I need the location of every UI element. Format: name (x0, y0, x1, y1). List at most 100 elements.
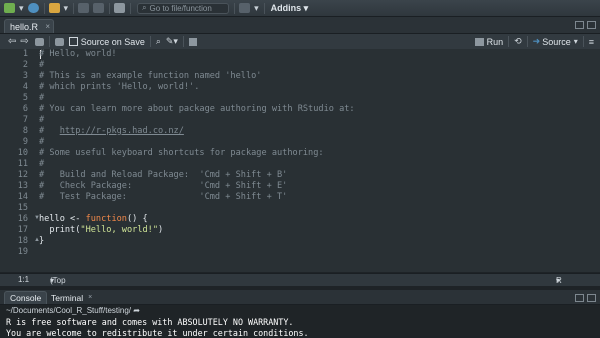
function-args: () { (126, 214, 148, 224)
run-button[interactable]: Run (474, 36, 504, 47)
toolbar-separator (263, 2, 265, 14)
goto-file-function-input[interactable]: ⌕ Go to file/function (137, 2, 230, 14)
line-number: 3 (22, 71, 28, 81)
toolbar-separator (526, 36, 528, 47)
toolbar-separator (43, 2, 45, 14)
code-line-url[interactable]: # http://r-pkgs.had.co.nz/ (39, 126, 184, 136)
source-button[interactable]: ➜ Source ▾ (533, 36, 578, 47)
new-file-icon[interactable] (4, 3, 15, 13)
toolbar-separator (130, 2, 132, 14)
line-number: 19 (17, 247, 28, 257)
save-current-icon[interactable] (54, 37, 64, 46)
editor-toolbar: ⇦ ⇨ Source on Save ⌕ ✎▾ Run ⟲ ➜ Source ▾… (0, 34, 600, 50)
package-url-link[interactable]: http://r-pkgs.had.co.nz/ (60, 126, 184, 136)
line-number: 7 (22, 115, 28, 125)
string-literal: "Hello, world!" (80, 225, 159, 235)
code-line: # Test Package: 'Cmd + Shift + T' (39, 192, 288, 202)
code-line: # which prints 'Hello, world!'. (39, 82, 200, 92)
line-number-gutter: 1 2 3 4 5 6 7 8 9 10 11 12 13 14 15 16 1… (0, 49, 34, 272)
file-tab-hello[interactable]: hello.R × (4, 19, 54, 33)
minimize-pane-icon[interactable] (575, 21, 584, 29)
code-line: # (39, 93, 45, 103)
line-number: 17 (17, 225, 28, 235)
pane-window-controls (575, 21, 596, 29)
source-on-save-checkbox[interactable] (68, 37, 78, 46)
run-label: Run (486, 36, 504, 47)
minimize-pane-icon[interactable] (575, 294, 584, 302)
maximize-pane-icon[interactable] (587, 21, 596, 29)
print-close: ) (158, 225, 164, 235)
print-icon[interactable] (114, 3, 126, 13)
new-file-dropdown-icon[interactable]: ▾ (19, 2, 24, 14)
open-file-icon[interactable] (48, 3, 60, 13)
addins-menu[interactable]: Addins ▾ (271, 3, 309, 14)
close-icon[interactable]: × (45, 22, 50, 31)
code-line: # (39, 137, 45, 147)
find-replace-icon[interactable]: ⌕ (156, 36, 161, 47)
code-tools-wand-icon[interactable]: ✎▾ (166, 36, 178, 47)
working-directory-path: ~/Documents/Cool_R_Stuff/testing/ (6, 306, 132, 315)
toolbar-separator (48, 36, 50, 47)
save-all-icon[interactable] (93, 3, 105, 13)
maximize-pane-icon[interactable] (587, 294, 596, 302)
save-icon[interactable] (78, 3, 90, 13)
code-line: # (39, 60, 45, 70)
line-number: 5 (22, 93, 28, 103)
code-line: } (39, 236, 45, 246)
tab-terminal-label: Terminal (51, 292, 84, 303)
line-number: 12 (17, 170, 28, 180)
back-arrow-icon[interactable]: ⇦ (8, 36, 16, 47)
tab-console[interactable]: Console (4, 291, 48, 304)
chevron-down-icon: ▾ (556, 276, 561, 285)
tab-terminal[interactable]: Terminal × (46, 291, 97, 304)
document-outline-icon[interactable]: ≡ (589, 37, 594, 47)
go-to-directory-icon[interactable]: ➦ (133, 306, 140, 315)
print-call: print( (39, 225, 81, 235)
working-directory: ~/Documents/Cool_R_Stuff/testing/ ➦ (6, 306, 140, 315)
pane-window-controls (575, 294, 596, 302)
code-line: hello <- function() { (39, 214, 148, 224)
rerun-icon[interactable]: ⟲ (514, 36, 522, 47)
line-number: 13 (17, 181, 28, 191)
workspace-panes-icon[interactable] (239, 3, 251, 13)
line-number: 15 (17, 203, 28, 213)
line-number: 16 (17, 214, 28, 224)
line-number: 6 (22, 104, 28, 114)
editor-status-bar: 1:1 ▪ (Top Level) ▾ R Script ▾ (0, 273, 600, 294)
line-number: 8 (22, 126, 28, 136)
close-icon[interactable]: × (88, 294, 92, 301)
source-arrow-icon: ➜ (532, 36, 541, 46)
assign-operator: <- (64, 214, 86, 224)
tab-console-label: Console (10, 293, 42, 303)
addins-label: Addins (270, 2, 302, 13)
function-name: hello (39, 214, 65, 224)
console-output-line: You are welcome to redistribute it under… (6, 328, 309, 338)
chevron-down-icon[interactable]: ▾ (574, 37, 578, 46)
code-line: # Build and Reload Package: 'Cmd + Shift… (39, 170, 288, 180)
line-number: 10 (17, 148, 28, 158)
code-line: # This is an example function named 'hel… (39, 71, 262, 81)
code-editor[interactable]: 1 2 3 4 5 6 7 8 9 10 11 12 13 14 15 16 1… (0, 49, 600, 272)
code-line: # You can learn more about package autho… (39, 104, 355, 114)
console-output-line: R is free software and comes with ABSOLU… (6, 317, 294, 327)
code-line: print("Hello, world!") (39, 225, 163, 235)
line-number: 11 (17, 159, 28, 169)
new-project-icon[interactable] (27, 3, 39, 13)
console-pane[interactable]: ~/Documents/Cool_R_Stuff/testing/ ➦ R is… (0, 305, 600, 338)
line-number: 18 (17, 236, 28, 246)
editor-tab-bar: hello.R × (0, 17, 600, 34)
console-tab-bar: Console Terminal × (0, 290, 600, 305)
code-line: # Check Package: 'Cmd + Shift + E' (39, 181, 288, 191)
toolbar-separator (73, 2, 75, 14)
toolbar-separator (149, 36, 151, 47)
forward-arrow-icon[interactable]: ⇨ (20, 36, 28, 47)
panes-dropdown-icon[interactable]: ▾ (254, 2, 259, 14)
code-line: # Some useful keyboard shortcuts for pac… (39, 148, 324, 158)
open-file-dropdown-icon[interactable]: ▾ (64, 2, 69, 14)
main-toolbar: ▾ ▾ ⌕ Go to file/function ▾ Addins ▾ (0, 0, 600, 17)
line-number: 2 (22, 60, 28, 70)
line-number: 1 (22, 49, 28, 59)
show-in-window-icon[interactable] (34, 37, 44, 46)
compile-report-icon[interactable] (188, 37, 197, 46)
chevron-down-icon: ▾ (50, 276, 55, 285)
